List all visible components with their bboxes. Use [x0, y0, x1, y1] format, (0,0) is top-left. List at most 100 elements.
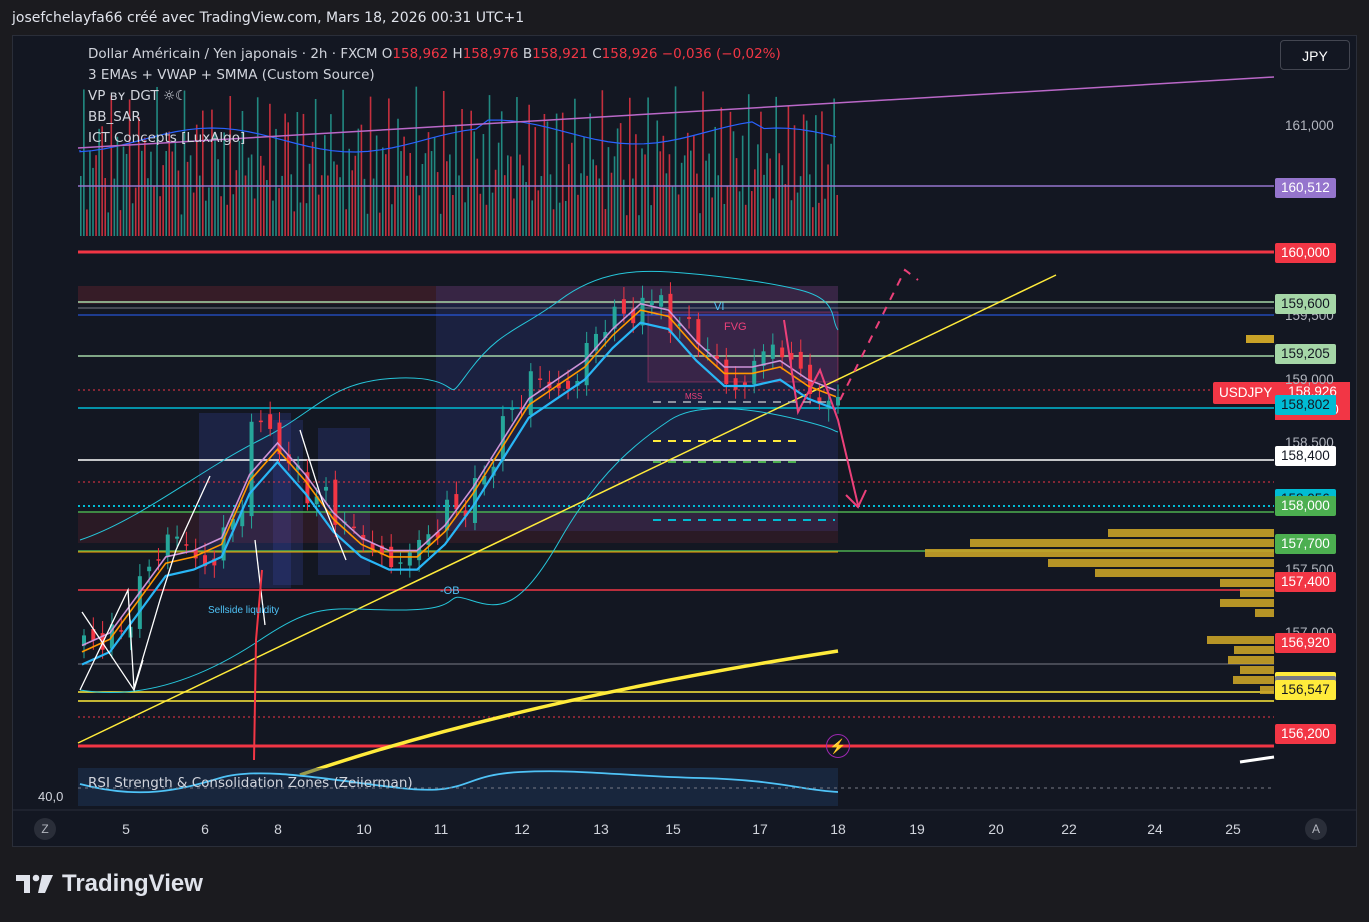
lightning-icon[interactable]: ⚡: [826, 734, 850, 758]
price-level-label: 159,205: [1275, 343, 1336, 364]
candle: [528, 371, 533, 416]
volume-bar: [107, 212, 110, 236]
candle: [836, 396, 840, 406]
volume-profile-bar: [1255, 609, 1274, 617]
volume-bar: [568, 164, 570, 236]
volume-profile-bar: [1207, 636, 1274, 644]
volume-bar: [571, 142, 573, 236]
volume-bar: [497, 142, 500, 236]
candle: [156, 559, 161, 561]
currency-button[interactable]: JPY: [1280, 40, 1350, 70]
symbol-name[interactable]: Dollar Américain / Yen japonais · 2h · F…: [88, 46, 377, 62]
volume-bar: [299, 202, 302, 236]
volume-bar: [281, 175, 283, 236]
time-tick: 15: [665, 821, 681, 837]
volume-bar: [638, 215, 640, 236]
volume-bar: [735, 158, 738, 236]
open-label: O: [381, 46, 393, 62]
high-value: 158,976: [462, 46, 519, 62]
volume-bar: [226, 204, 228, 236]
price-level-label: 156,200: [1275, 724, 1336, 745]
candle: [165, 534, 170, 557]
volume-bar: [833, 98, 835, 236]
candle: [184, 544, 189, 546]
volume-bar: [165, 151, 167, 236]
candle: [798, 351, 803, 369]
volume-bar: [818, 202, 820, 236]
volume-bar: [552, 209, 555, 236]
volume-bar: [482, 134, 485, 236]
volume-bar: [308, 163, 311, 236]
volume-bar: [467, 186, 469, 236]
indicator-bbsar[interactable]: BB_SAR: [88, 107, 781, 128]
white-ma-curve: [1239, 755, 1275, 764]
volume-bar: [491, 192, 494, 236]
spike-line: [253, 569, 263, 761]
candle: [268, 414, 273, 429]
indicator-ema[interactable]: 3 EMAs + VWAP + SMMA (Custom Source): [88, 65, 781, 86]
rsi-level: 40,0: [38, 789, 64, 804]
volume-bar: [769, 158, 771, 236]
volume-bar: [205, 200, 207, 236]
indicator-vp[interactable]: VP ʙʏ DGT ☼☾: [88, 86, 781, 107]
time-tick: 6: [201, 821, 209, 837]
candle: [407, 552, 412, 566]
volume-bar: [446, 161, 448, 236]
volume-bar: [86, 209, 88, 236]
volume-bar: [830, 143, 832, 236]
volume-bar: [793, 125, 796, 236]
volume-profile-bar: [1048, 559, 1274, 567]
volume-bar: [449, 154, 451, 236]
volume-bar: [799, 176, 802, 236]
time-tick: 17: [752, 821, 768, 837]
close-label: C: [592, 46, 602, 62]
time-tick: 5: [122, 821, 130, 837]
volume-profile-bar: [1240, 666, 1274, 674]
timezone-button[interactable]: Z: [34, 818, 56, 840]
open-value: 158,962: [392, 46, 449, 62]
volume-profile-bar: [1233, 676, 1274, 684]
volume-bar: [711, 197, 713, 236]
volume-bar: [189, 155, 192, 236]
rsi-title[interactable]: RSI Strength & Consolidation Zones (Zeii…: [88, 775, 413, 791]
volume-bar: [653, 184, 655, 236]
candle: [249, 421, 254, 517]
volume-bar: [726, 186, 729, 236]
candle: [137, 576, 142, 629]
yellow-ma-curve: [299, 649, 839, 777]
volume-bar: [635, 134, 637, 236]
indicator-ict[interactable]: ICT Concepts [LuxAlgo]: [88, 128, 781, 149]
volume-bar: [122, 146, 125, 236]
volume-bar: [83, 89, 85, 237]
volume-bar: [592, 159, 594, 236]
volume-bar: [400, 151, 402, 236]
candle: [696, 319, 701, 345]
price-level-label: 156,547: [1275, 680, 1336, 701]
volume-bar: [790, 200, 793, 236]
tradingview-logo[interactable]: TradingView: [16, 870, 203, 898]
volume-bar: [244, 175, 247, 236]
volume-bar: [522, 165, 524, 236]
volume-bar: [824, 198, 826, 236]
fvg-label: FVG: [724, 321, 747, 333]
volume-bar: [92, 167, 94, 236]
volume-bar: [763, 174, 765, 236]
volume-bar: [198, 175, 201, 236]
volume-bar: [641, 148, 643, 236]
volume-bar: [131, 203, 134, 236]
volume-bar: [439, 213, 442, 236]
volume-bar: [272, 200, 274, 236]
volume-bar: [372, 178, 375, 236]
volume-bar: [174, 139, 177, 236]
candle: [687, 317, 692, 319]
volume-bar: [781, 165, 784, 236]
volume-bar: [836, 194, 838, 236]
price-level-label: 157,700: [1275, 534, 1336, 555]
volume-bar: [525, 182, 527, 236]
volume-bar: [250, 154, 253, 236]
time-tick: 12: [514, 821, 530, 837]
volume-bar: [696, 173, 698, 236]
price-level-label: 158,400: [1275, 445, 1336, 466]
volume-bar: [586, 175, 588, 236]
auto-scale-button[interactable]: A: [1305, 818, 1327, 840]
